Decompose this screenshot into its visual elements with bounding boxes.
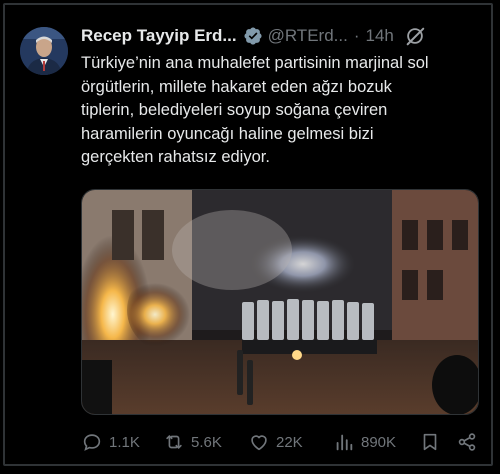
post-media-photo[interactable] [81,189,479,415]
like-button[interactable]: 22K [248,428,303,456]
repost-icon [166,435,182,449]
heart-icon [251,435,267,451]
post-header: Recep Tayyip Erd... @RTErd... · 14h [81,24,460,48]
bookmark-icon [423,433,437,451]
avatar[interactable] [20,27,68,75]
post-text-line: tiplerin, belediyeleri soyup soğana çevi… [81,101,388,119]
like-count: 22K [276,433,303,451]
post-actions: 1.1K 5.6K 22K 890K [81,428,481,456]
author-name[interactable]: Recep Tayyip Erd... [81,26,237,46]
reply-button[interactable]: 1.1K [81,428,140,456]
post-text-line: gerçekten rahatsız ediyor. [81,148,270,166]
views-button[interactable]: 890K [333,428,396,456]
share-icon [458,433,476,451]
verified-badge-icon [244,27,262,45]
post-text-line: haramilerin oyuncağı haline gelmesi bizi [81,124,374,143]
views-count: 890K [361,433,397,451]
separator-dot: · [353,26,360,45]
share-button[interactable] [456,428,478,456]
bookmark-button[interactable] [419,428,441,456]
post-text-line: örgütlerin, millete hakaret eden ağzı bo… [81,77,392,96]
post-text: Türkiye’nin ana muhalefet partisinin mar… [81,52,481,170]
post-text-line: Türkiye’nin ana muhalefet partisinin mar… [81,54,429,72]
views-icon [336,434,353,451]
grok-icon[interactable] [404,25,426,47]
post-timestamp[interactable]: 14h [366,26,394,46]
reply-count: 1.1K [109,433,140,451]
reply-icon [83,434,101,451]
repost-button[interactable]: 5.6K [163,428,222,456]
author-handle[interactable]: @RTErd... [268,26,348,46]
repost-count: 5.6K [191,433,222,451]
protest-scene-image [82,190,478,414]
